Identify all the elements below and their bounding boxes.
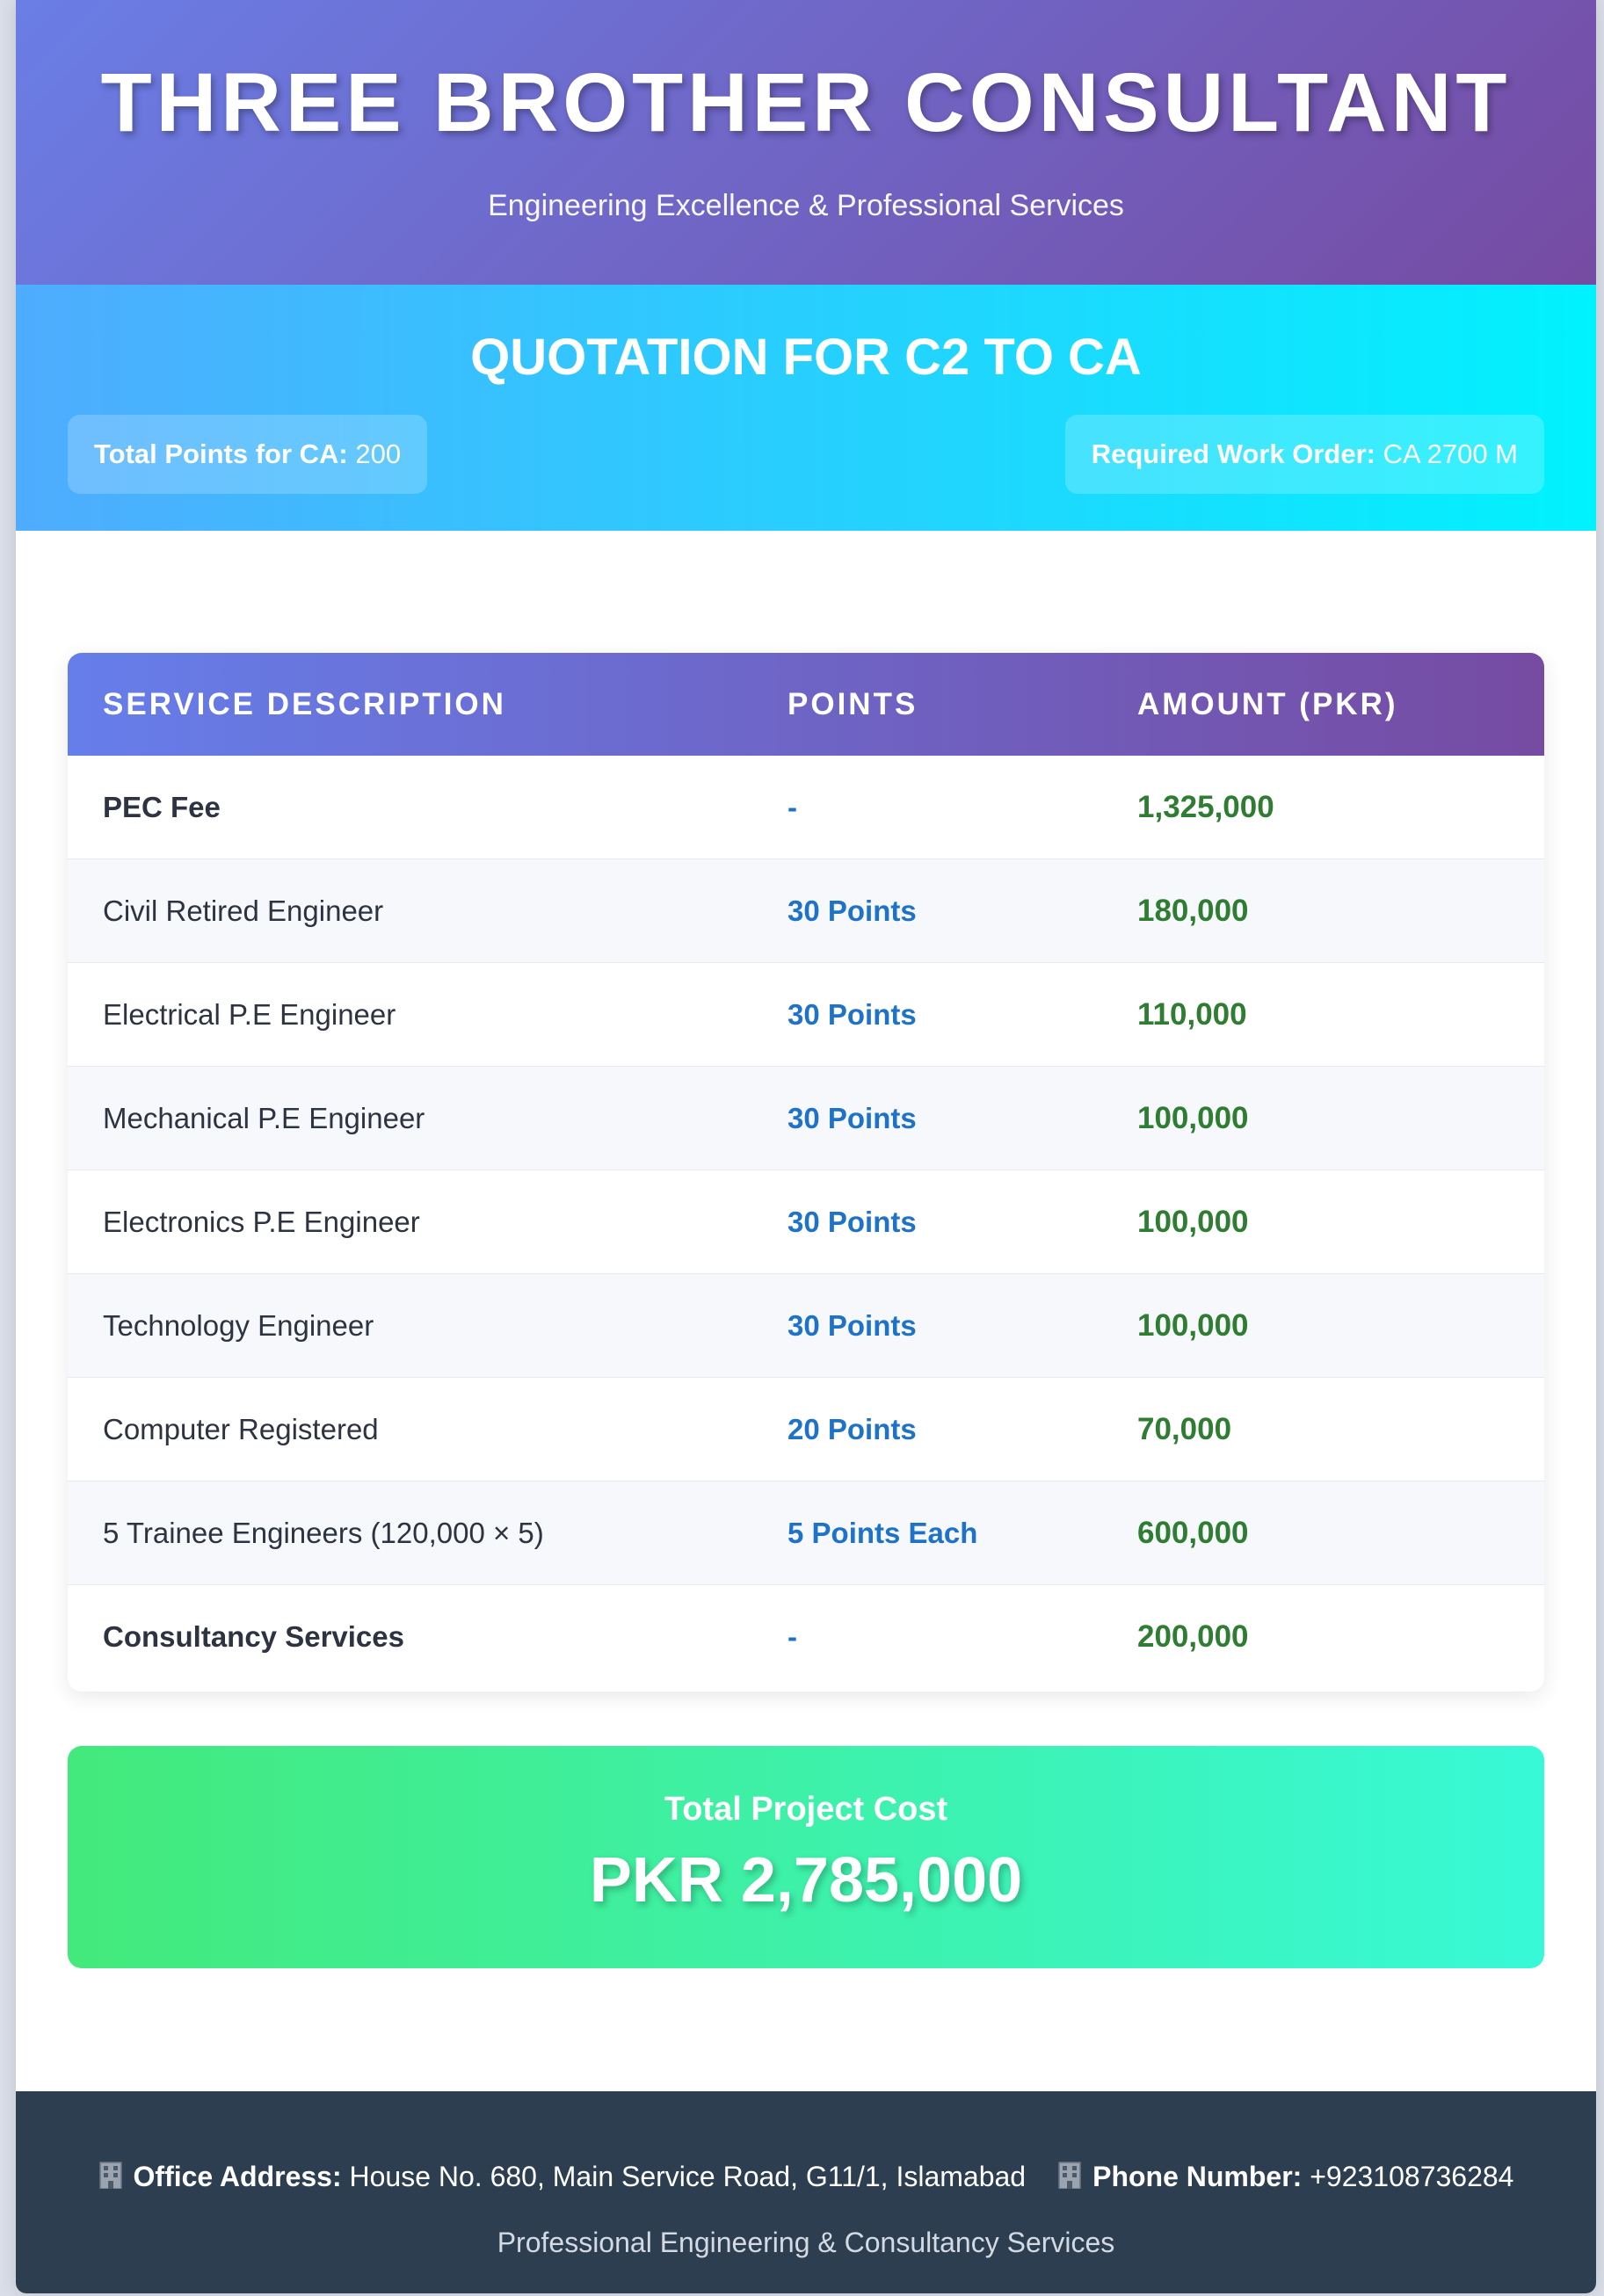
service-points: - bbox=[787, 1620, 797, 1653]
address-value: House No. 680, Main Service Road, G11/1,… bbox=[349, 2161, 1027, 2192]
quotation-card: THREE BROTHER CONSULTANT Engineering Exc… bbox=[16, 0, 1596, 2293]
service-description: Computer Registered bbox=[103, 1413, 379, 1445]
service-amount: 600,000 bbox=[1137, 1516, 1249, 1550]
table-row: Civil Retired Engineer 30 Points 180,000 bbox=[68, 859, 1544, 963]
service-description: Consultancy Services bbox=[103, 1620, 404, 1653]
column-header-amount: AMOUNT (PKR) bbox=[1137, 687, 1398, 721]
quotation-title: QUOTATION FOR C2 TO CA bbox=[470, 329, 1142, 386]
header: THREE BROTHER CONSULTANT Engineering Exc… bbox=[16, 0, 1596, 285]
service-amount: 100,000 bbox=[1137, 1205, 1249, 1239]
table-row: Electronics P.E Engineer 30 Points 100,0… bbox=[68, 1170, 1544, 1274]
table-row: PEC Fee - 1,325,000 bbox=[68, 756, 1544, 859]
service-description: Technology Engineer bbox=[103, 1309, 374, 1342]
column-header-points: POINTS bbox=[787, 687, 918, 721]
table-body: PEC Fee - 1,325,000 Civil Retired Engine… bbox=[68, 756, 1544, 1689]
total-cost-value: PKR 2,785,000 bbox=[589, 1845, 1023, 1916]
service-points: 30 Points bbox=[787, 894, 917, 927]
service-description: Electrical P.E Engineer bbox=[103, 998, 396, 1031]
service-amount: 180,000 bbox=[1137, 894, 1249, 928]
table-row: 5 Trainee Engineers (120,000 × 5) 5 Poin… bbox=[68, 1481, 1544, 1585]
service-amount: 1,325,000 bbox=[1137, 790, 1274, 824]
service-amount: 100,000 bbox=[1137, 1101, 1249, 1135]
total-cost-box: Total Project Cost PKR 2,785,000 bbox=[68, 1746, 1544, 1968]
work-order-label: Required Work Order: bbox=[1091, 438, 1375, 469]
service-points: - bbox=[787, 791, 797, 823]
table-row: Electrical P.E Engineer 30 Points 110,00… bbox=[68, 963, 1544, 1067]
service-points: 5 Points Each bbox=[787, 1517, 978, 1549]
company-name: THREE BROTHER CONSULTANT bbox=[100, 56, 1512, 149]
service-amount: 100,000 bbox=[1137, 1308, 1249, 1343]
service-amount: 110,000 bbox=[1137, 997, 1247, 1032]
total-points-value: 200 bbox=[355, 438, 402, 469]
service-points: 30 Points bbox=[787, 1309, 917, 1342]
service-points: 30 Points bbox=[787, 1102, 917, 1134]
total-points-label: Total Points for CA: bbox=[94, 438, 348, 469]
service-points: 30 Points bbox=[787, 998, 917, 1031]
service-points: 30 Points bbox=[787, 1206, 917, 1238]
footer-tagline: Professional Engineering & Consultancy S… bbox=[497, 2227, 1115, 2258]
office-building-icon bbox=[1057, 2161, 1082, 2189]
quotation-band: QUOTATION FOR C2 TO CA Total Points for … bbox=[16, 285, 1596, 531]
contact-line: Office Address: House No. 680, Main Serv… bbox=[16, 2155, 1596, 2198]
service-description: PEC Fee bbox=[103, 791, 221, 823]
phone-value: +923108736284 bbox=[1310, 2161, 1514, 2192]
phone-label: Phone Number: bbox=[1092, 2161, 1303, 2192]
address-label: Office Address: bbox=[133, 2161, 342, 2192]
service-description: 5 Trainee Engineers (120,000 × 5) bbox=[103, 1517, 544, 1549]
office-building-icon bbox=[98, 2161, 123, 2189]
footer: Office Address: House No. 680, Main Serv… bbox=[16, 2091, 1596, 2293]
work-order-badge: Required Work Order: CA 2700 M bbox=[1064, 415, 1544, 494]
services-table: SERVICE DESCRIPTION POINTS AMOUNT (PKR) … bbox=[68, 653, 1544, 1691]
service-points: 20 Points bbox=[787, 1413, 917, 1445]
table-row: Consultancy Services - 200,000 bbox=[68, 1585, 1544, 1689]
table-row: Technology Engineer 30 Points 100,000 bbox=[68, 1274, 1544, 1378]
service-description: Civil Retired Engineer bbox=[103, 894, 384, 927]
service-description: Electronics P.E Engineer bbox=[103, 1206, 420, 1238]
service-amount: 70,000 bbox=[1137, 1412, 1232, 1446]
work-order-value: CA 2700 M bbox=[1383, 438, 1518, 469]
table-row: Mechanical P.E Engineer 30 Points 100,00… bbox=[68, 1067, 1544, 1170]
total-points-badge: Total Points for CA: 200 bbox=[68, 415, 428, 494]
service-amount: 200,000 bbox=[1137, 1619, 1249, 1654]
service-description: Mechanical P.E Engineer bbox=[103, 1102, 425, 1134]
total-cost-label: Total Project Cost bbox=[664, 1791, 948, 1828]
company-tagline: Engineering Excellence & Professional Se… bbox=[488, 189, 1124, 222]
table-row: Computer Registered 20 Points 70,000 bbox=[68, 1378, 1544, 1481]
table-header: SERVICE DESCRIPTION POINTS AMOUNT (PKR) bbox=[68, 653, 1544, 756]
column-header-description: SERVICE DESCRIPTION bbox=[103, 687, 506, 721]
